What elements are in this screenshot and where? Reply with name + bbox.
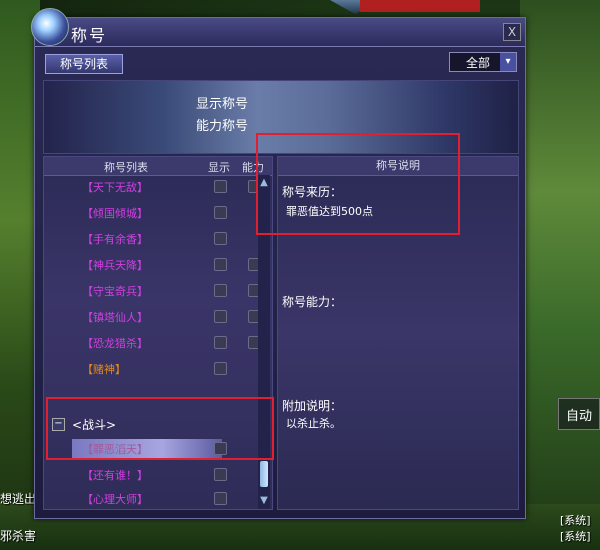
system-message-2: [系统] [560, 530, 591, 543]
show-checkbox[interactable] [214, 284, 227, 297]
ability-title-label: 能力称号 [196, 119, 249, 134]
title-name: 【神兵天降】 [82, 259, 148, 272]
title-name: 【守宝奇兵】 [82, 285, 148, 298]
show-checkbox[interactable] [214, 258, 227, 271]
title-name: 【天下无敌】 [82, 181, 148, 194]
extra-value: 以杀止杀。 [286, 417, 341, 430]
close-button[interactable]: X [503, 23, 521, 41]
title-name: 【镇塔仙人】 [82, 311, 148, 324]
window-orb-icon [31, 8, 69, 46]
title-name: 【赌神】 [82, 363, 126, 376]
chat-text-1: 想逃出 [0, 492, 37, 506]
list-item[interactable]: 【恐龙猎杀】 [44, 331, 266, 355]
chevron-down-icon[interactable]: ▾ [500, 53, 516, 71]
title-name: 【心理大师】 [82, 493, 148, 506]
list-item[interactable]: 【赌神】 [44, 357, 266, 381]
list-item[interactable]: 【手有余香】 [44, 227, 266, 251]
show-checkbox[interactable] [214, 180, 227, 193]
scroll-down-icon[interactable]: ▼ [258, 495, 270, 507]
filter-dropdown[interactable]: 全部 ▾ [449, 52, 517, 72]
extra-label: 附加说明： [282, 399, 343, 413]
filter-value: 全部 [466, 56, 491, 70]
window-titlebar[interactable]: 称号 X [31, 8, 525, 47]
list-item[interactable]: 【镇塔仙人】 [44, 305, 266, 329]
list-item[interactable]: 【神兵天降】 [44, 253, 266, 277]
background-foliage-right [520, 0, 600, 550]
show-checkbox[interactable] [214, 232, 227, 245]
display-title-label: 显示称号 [196, 97, 249, 112]
scrollbar-thumb[interactable] [260, 461, 268, 487]
auto-button[interactable]: 自动 [558, 398, 600, 430]
list-item[interactable]: 【倾国倾城】 [44, 201, 266, 225]
list-item[interactable]: 【天下无敌】 [44, 175, 266, 199]
title-name: 【倾国倾城】 [82, 207, 148, 220]
show-checkbox[interactable] [214, 468, 227, 481]
list-item[interactable]: 【心理大师】 [44, 487, 266, 509]
highlight-box-selected [46, 397, 274, 460]
header-title-list: 称号列表 [104, 161, 148, 174]
ability-label: 称号能力： [282, 295, 343, 309]
show-checkbox[interactable] [214, 362, 227, 375]
show-checkbox[interactable] [214, 206, 227, 219]
title-name: 【恐龙猎杀】 [82, 337, 148, 350]
window-title: 称号 [71, 26, 108, 45]
show-checkbox[interactable] [214, 310, 227, 323]
title-name: 【还有谁！】 [82, 469, 148, 482]
tab-title-list[interactable]: 称号列表 [45, 54, 123, 74]
header-show: 显示 [208, 161, 230, 174]
chat-text-2: 邪杀害 [0, 529, 37, 543]
show-checkbox[interactable] [214, 336, 227, 349]
list-header: 称号列表 显示 能力 [44, 157, 272, 176]
title-name: 【手有余香】 [82, 233, 148, 246]
list-item[interactable]: 【守宝奇兵】 [44, 279, 266, 303]
show-checkbox[interactable] [214, 492, 227, 505]
list-item[interactable]: 【还有谁！】 [44, 463, 266, 487]
health-bar [360, 0, 480, 12]
highlight-box-origin [256, 133, 460, 235]
system-message-1: [系统] [560, 514, 591, 527]
